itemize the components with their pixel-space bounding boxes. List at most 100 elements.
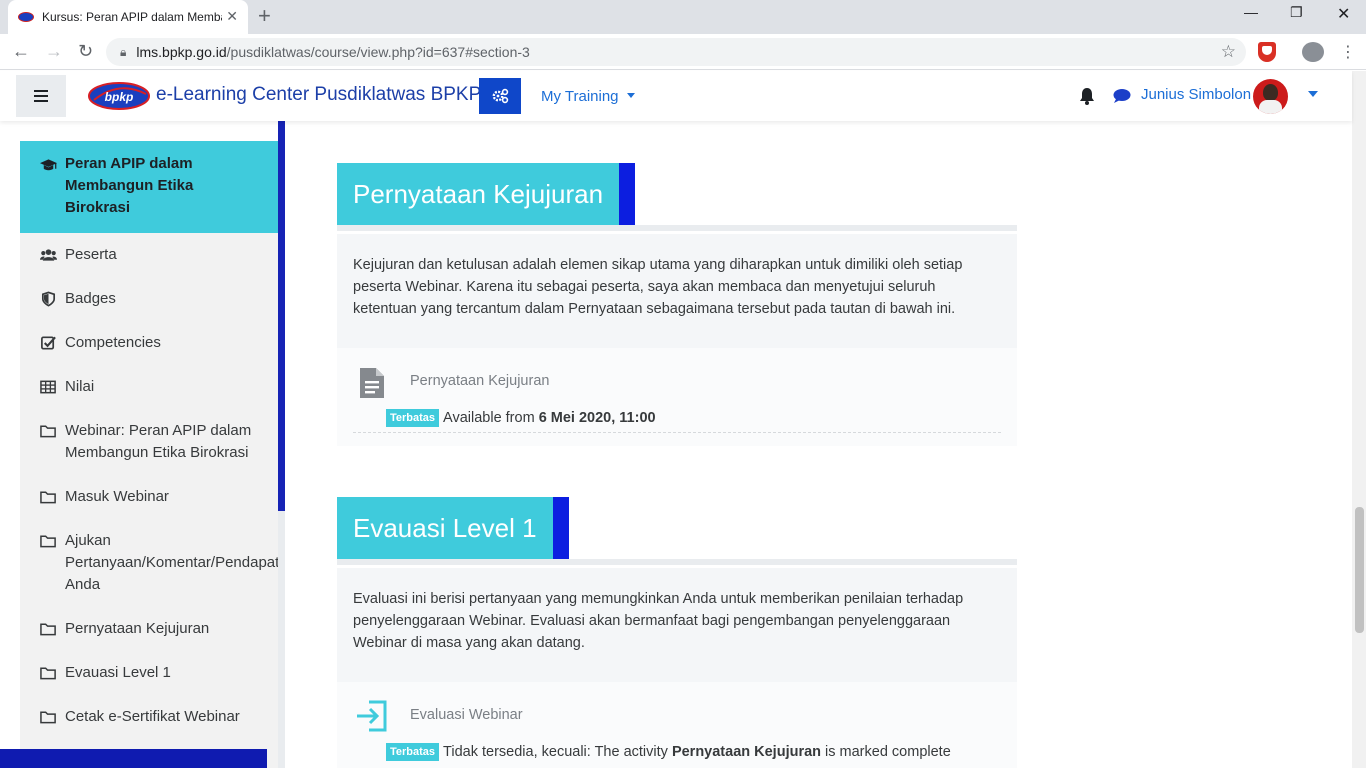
bookmark-star-icon[interactable]: ☆ — [1221, 42, 1236, 62]
back-icon[interactable]: ← — [12, 41, 30, 61]
new-tab-icon[interactable]: + — [258, 5, 271, 27]
section-title: Pernyataan Kejujuran — [337, 163, 636, 225]
drawer-item-label: Badges — [65, 290, 116, 307]
minimize-icon[interactable]: — — [1244, 4, 1258, 20]
tab-close-icon[interactable]: ✕ — [226, 8, 238, 25]
restriction-prefix: Tidak tersedia, kecuali: The activity — [443, 744, 672, 760]
drawer-item-label: Peran APIP dalam Membangun Etika Birokra… — [65, 155, 194, 216]
extension-shield-icon[interactable] — [1258, 42, 1276, 62]
cogs-icon — [492, 88, 509, 104]
drawer-item-ajukan[interactable]: Ajukan Pertanyaan/Komentar/Pendapat Anda — [20, 519, 278, 607]
section-title-text: Pernyataan Kejujuran — [353, 179, 604, 209]
drawer-item-competencies[interactable]: Competencies — [20, 321, 278, 365]
reload-icon[interactable]: ↻ — [78, 41, 93, 61]
restriction-info: Terbatas Available from 6 Mei 2020, 11:00 — [386, 409, 656, 427]
drawer-toggle-button[interactable] — [16, 75, 66, 117]
drawer-item-course[interactable]: Peran APIP dalam Membangun Etika Birokra… — [20, 141, 278, 233]
chat-bubble-icon[interactable] — [1113, 88, 1131, 104]
drawer-item-masuk-webinar[interactable]: Masuk Webinar — [20, 475, 278, 519]
url-host: lms.bpkp.go.id — [136, 44, 227, 60]
section-summary: Kejujuran dan ketulusan adalah elemen si… — [337, 234, 1017, 348]
restricted-badge: Terbatas — [386, 743, 440, 761]
nav-drawer: Peran APIP dalam Membangun Etika Birokra… — [0, 121, 285, 768]
caret-down-icon — [626, 93, 635, 98]
logo-text: bpkp — [105, 90, 134, 104]
browser-tab[interactable]: Kursus: Peran APIP dalam Membangun Etika… — [8, 0, 248, 34]
drawer-item-label: Competencies — [65, 334, 161, 351]
drawer-item-label: Cetak e-Sertifikat Webinar — [65, 708, 240, 725]
drawer-item-label: Webinar: Peran APIP dalam Membangun Etik… — [65, 422, 252, 461]
site-navbar: bpkp e-Learning Center Pusdiklatwas BPKP… — [0, 71, 1352, 121]
drawer-item-evaluasi[interactable]: Evauasi Level 1 — [20, 651, 278, 695]
user-name[interactable]: Junius Simbolon — [1141, 86, 1251, 103]
hamburger-line — [34, 90, 48, 92]
folder-icon — [40, 667, 56, 680]
bpkp-favicon-icon — [18, 12, 34, 22]
lock-icon: 🔒︎ — [120, 44, 127, 59]
browser-tabstrip: Kursus: Peran APIP dalam Membangun Etika… — [0, 0, 1366, 34]
users-icon — [40, 249, 57, 261]
bpkp-logo[interactable]: bpkp — [88, 82, 150, 110]
restriction-date: 6 Mei 2020, 11:00 — [538, 410, 656, 426]
section-title-text: Evauasi Level 1 — [353, 513, 537, 543]
address-bar[interactable]: 🔒︎ lms.bpkp.go.id/pusdiklatwas/course/vi… — [106, 38, 1246, 66]
activity-link[interactable]: Pernyataan Kejujuran — [410, 373, 549, 389]
folder-icon — [40, 623, 56, 636]
drawer-item-webinar[interactable]: Webinar: Peran APIP dalam Membangun Etik… — [20, 409, 278, 475]
folder-icon — [40, 711, 56, 724]
restricted-badge: Terbatas — [386, 409, 440, 427]
settings-button[interactable] — [479, 78, 521, 114]
section-title: Evauasi Level 1 — [337, 497, 569, 559]
drawer-item-label: Masuk Webinar — [65, 488, 169, 505]
url-path: /pusdiklatwas/course/view.php?id=637#sec… — [226, 44, 530, 60]
sign-in-icon[interactable] — [355, 699, 389, 733]
table-icon — [40, 380, 56, 394]
drawer-item-label: Nilai — [65, 378, 95, 395]
drawer-item-peserta[interactable]: Peserta — [20, 233, 278, 277]
forward-icon[interactable]: → — [45, 41, 63, 61]
section-title-accent — [552, 497, 569, 559]
my-training-menu[interactable]: My Training — [541, 88, 635, 105]
browser-toolbar: ← → ↻ 🔒︎ lms.bpkp.go.id/pusdiklatwas/cou… — [0, 34, 1366, 70]
activity-divider — [353, 432, 1001, 433]
drawer-item-sertifikat[interactable]: Cetak e-Sertifikat Webinar — [20, 695, 278, 739]
graduation-cap-icon — [40, 159, 57, 171]
section-summary: Evaluasi ini berisi pertanyaan yang memu… — [337, 568, 1017, 682]
restriction-prefix: Available from — [443, 410, 539, 426]
hamburger-line — [34, 100, 48, 102]
hamburger-line — [34, 95, 48, 97]
drawer-scrollbar-thumb[interactable] — [278, 121, 285, 511]
activity-item: Evaluasi Webinar Terbatas Tidak tersedia,… — [337, 682, 1017, 768]
restriction-suffix: is marked complete — [821, 744, 951, 760]
my-training-label: My Training — [541, 88, 619, 105]
shield-icon — [41, 291, 56, 307]
section-header: Pernyataan Kejujuran — [337, 163, 1017, 231]
drawer-item-pernyataan[interactable]: Pernyataan Kejujuran — [20, 607, 278, 651]
activity-link[interactable]: Evaluasi Webinar — [410, 707, 523, 723]
restriction-activity: Pernyataan Kejujuran — [671, 744, 822, 760]
bell-icon[interactable] — [1079, 87, 1095, 105]
page-scrollbar-thumb[interactable] — [1355, 507, 1364, 633]
user-avatar[interactable] — [1253, 79, 1288, 114]
folder-icon — [40, 491, 56, 504]
folder-icon — [40, 535, 56, 548]
file-text-icon[interactable] — [355, 366, 389, 400]
close-window-icon[interactable]: ✕ — [1337, 4, 1350, 24]
drawer-item-nilai[interactable]: Nilai — [20, 365, 278, 409]
site-name[interactable]: e-Learning Center Pusdiklatwas BPKP — [156, 84, 481, 106]
chrome-menu-icon[interactable]: ⋮ — [1340, 42, 1356, 62]
drawer-item-badges[interactable]: Badges — [20, 277, 278, 321]
check-square-icon — [41, 336, 56, 350]
drawer-item-label: Peserta — [65, 246, 117, 263]
folder-icon — [40, 425, 56, 438]
profile-icon[interactable] — [1302, 42, 1324, 62]
tab-title: Kursus: Peran APIP dalam Membangun Etika… — [42, 10, 222, 24]
url-text: lms.bpkp.go.id/pusdiklatwas/course/view.… — [136, 44, 529, 60]
page-scrollbar[interactable] — [1352, 71, 1366, 768]
drawer-item-label: Ajukan Pertanyaan/Komentar/Pendapat Anda — [65, 532, 278, 593]
drawer-scrollbar[interactable] — [278, 121, 285, 768]
section-title-accent — [619, 163, 636, 225]
user-menu-caret-icon[interactable] — [1308, 91, 1318, 97]
restore-icon[interactable]: ❐ — [1290, 4, 1303, 21]
drawer-item-label: Pernyataan Kejujuran — [65, 620, 210, 637]
